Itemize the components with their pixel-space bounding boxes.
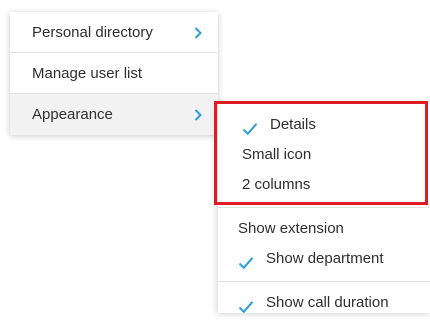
- submenu-item-label: 2 columns: [242, 176, 311, 193]
- submenu-item-show-extension[interactable]: Show extension: [218, 214, 430, 244]
- menu-item-label: Manage user list: [32, 65, 143, 82]
- chevron-right-icon: [192, 12, 204, 53]
- submenu-divider: [218, 281, 430, 282]
- appearance-submenu: Details Small icon 2 columns Show extens…: [218, 102, 430, 314]
- submenu-item-show-call-duration[interactable]: Show call duration: [218, 288, 430, 318]
- submenu-divider: [218, 207, 430, 208]
- submenu-item-show-department[interactable]: Show department: [218, 244, 430, 274]
- submenu-item-label: Show call duration: [266, 294, 389, 311]
- menu-item-manage-user-list[interactable]: Manage user list: [10, 53, 218, 94]
- menu-item-appearance[interactable]: Appearance: [10, 94, 218, 135]
- submenu-item-label: Show department: [266, 250, 384, 267]
- submenu-item-label: Small icon: [242, 146, 312, 163]
- menu-item-personal-directory[interactable]: Personal directory: [10, 12, 218, 53]
- submenu-item-label: Show extension: [238, 220, 344, 237]
- checkmark-icon: [238, 251, 254, 281]
- submenu-item-small-icon[interactable]: Small icon: [218, 140, 430, 170]
- submenu-item-details[interactable]: Details: [218, 110, 430, 140]
- menu-item-label: Appearance: [32, 106, 113, 123]
- menu-item-label: Personal directory: [32, 24, 153, 41]
- context-menu: Personal directory Manage user list Appe…: [10, 12, 218, 135]
- checkmark-icon: [238, 295, 254, 325]
- submenu-item-label: Details: [270, 116, 316, 133]
- submenu-item-2-columns[interactable]: 2 columns: [218, 170, 430, 200]
- chevron-right-icon: [192, 94, 204, 135]
